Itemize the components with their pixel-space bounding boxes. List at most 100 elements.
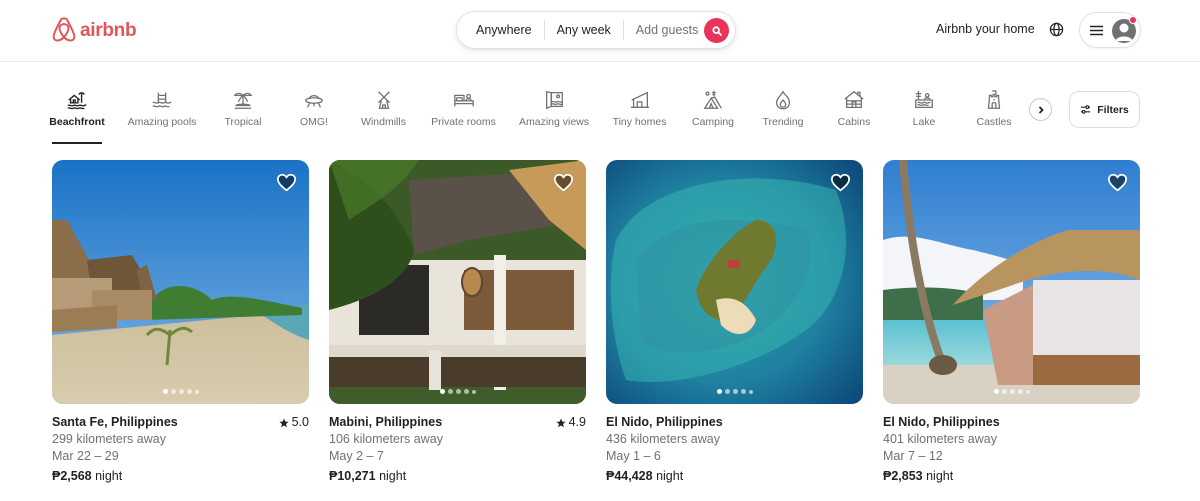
category-label: OMG! xyxy=(300,116,328,128)
airbnb-belo-icon xyxy=(52,17,76,42)
category-tiny-homes[interactable]: Tiny homes xyxy=(612,86,667,142)
category-amazing-pools[interactable]: Amazing pools xyxy=(127,86,197,142)
listing-card[interactable]: El Nido, Philippines 436 kilometers away… xyxy=(606,160,863,485)
globe-icon[interactable] xyxy=(1049,22,1064,37)
category-label: Trending xyxy=(762,116,804,128)
price-amount: ₱10,271 xyxy=(329,469,376,483)
search-icon xyxy=(711,25,722,36)
beach-huts-photo xyxy=(52,160,309,404)
filters-icon xyxy=(1081,105,1091,114)
tent-icon xyxy=(703,90,722,109)
listing-price: ₱2,853 night xyxy=(883,468,1140,485)
heart-icon[interactable] xyxy=(276,173,297,192)
listing-dates: Mar 7 – 12 xyxy=(883,449,943,463)
palm-tree-icon xyxy=(233,92,253,109)
listing-dates: May 1 – 6 xyxy=(606,449,661,463)
listing-card[interactable]: El Nido, Philippines 401 kilometers away… xyxy=(883,160,1140,485)
tiny-home-icon xyxy=(630,91,649,108)
listing-price: ₱44,428 night xyxy=(606,468,863,485)
category-label: Private rooms xyxy=(431,116,496,128)
listing-dates: Mar 22 – 29 xyxy=(52,449,119,463)
category-scroll-next-button[interactable] xyxy=(1029,98,1052,121)
flame-icon xyxy=(775,90,791,110)
category-beachfront[interactable]: Beachfront xyxy=(49,86,105,144)
category-amazing-views[interactable]: Amazing views xyxy=(518,86,590,142)
category-cabins[interactable]: Cabins xyxy=(838,86,870,142)
photo-carousel-dots xyxy=(52,389,309,394)
listing-dates: May 2 – 7 xyxy=(329,449,384,463)
notification-badge xyxy=(1129,16,1137,24)
brand-name: airbnb xyxy=(80,19,137,41)
windmill-icon xyxy=(377,91,390,109)
heart-icon[interactable] xyxy=(553,173,574,192)
category-label: Camping xyxy=(691,116,735,128)
user-menu-button[interactable] xyxy=(1079,12,1141,48)
category-label: Amazing views xyxy=(518,116,590,128)
listing-info: Santa Fe, Philippines 5.0 299 kilometers… xyxy=(52,414,309,485)
listing-photo[interactable] xyxy=(329,160,586,404)
listing-card[interactable]: Mabini, Philippines 4.9 106 kilometers a… xyxy=(329,160,586,485)
listing-rating: 4.9 xyxy=(556,414,586,431)
island-aerial-photo xyxy=(606,160,863,404)
castle-icon xyxy=(987,90,1001,109)
listing-photo[interactable] xyxy=(883,160,1140,404)
heart-icon[interactable] xyxy=(1107,173,1128,192)
rating-value: 4.9 xyxy=(568,415,586,429)
rating-value: 5.0 xyxy=(291,415,309,429)
price-unit: night xyxy=(379,469,407,483)
listing-photo[interactable] xyxy=(52,160,309,404)
price-amount: ₱2,568 xyxy=(52,469,92,483)
category-windmills[interactable]: Windmills xyxy=(361,86,406,142)
photo-carousel-dots xyxy=(329,389,586,394)
star-icon xyxy=(279,418,289,427)
listing-location: El Nido, Philippines xyxy=(883,415,1000,429)
pool-icon xyxy=(152,92,172,108)
star-icon xyxy=(556,418,566,427)
search-button[interactable] xyxy=(704,18,729,43)
category-private-rooms[interactable]: Private rooms xyxy=(431,86,496,142)
category-label: Castles xyxy=(976,116,1012,128)
listing-distance: 436 kilometers away xyxy=(606,432,720,446)
airbnb-logo[interactable]: airbnb xyxy=(52,17,137,44)
category-tropical[interactable]: Tropical xyxy=(222,86,264,142)
listing-price: ₱10,271 night xyxy=(329,468,586,485)
category-label: Cabins xyxy=(837,116,871,128)
listing-location: Santa Fe, Philippines xyxy=(52,415,178,429)
beachfront-icon xyxy=(67,92,87,110)
category-omg[interactable]: OMG! xyxy=(299,86,329,142)
category-lake[interactable]: Lake xyxy=(912,86,936,142)
category-label: Amazing pools xyxy=(127,116,197,128)
listing-photo[interactable] xyxy=(606,160,863,404)
category-castles[interactable]: Castles xyxy=(976,86,1012,142)
category-label: Lake xyxy=(912,116,936,128)
price-unit: night xyxy=(95,469,123,483)
beach-hut-photo xyxy=(883,160,1140,404)
host-your-home-link[interactable]: Airbnb your home xyxy=(936,22,1035,36)
listing-location: Mabini, Philippines xyxy=(329,415,443,429)
listing-distance: 299 kilometers away xyxy=(52,432,166,446)
category-label: Tropical xyxy=(224,116,262,128)
price-amount: ₱2,853 xyxy=(883,469,923,483)
listing-info: El Nido, Philippines 436 kilometers away… xyxy=(606,414,863,485)
listing-price: ₱2,568 night xyxy=(52,468,309,485)
photo-carousel-dots xyxy=(606,389,863,394)
price-amount: ₱44,428 xyxy=(606,469,653,483)
listing-rating: 5.0 xyxy=(279,414,309,431)
filters-button[interactable]: Filters xyxy=(1069,91,1140,128)
category-camping[interactable]: Camping xyxy=(692,86,734,142)
listing-distance: 401 kilometers away xyxy=(883,432,997,446)
ufo-icon xyxy=(305,95,323,108)
listing-card[interactable]: Santa Fe, Philippines 5.0 299 kilometers… xyxy=(52,160,309,485)
listing-info: Mabini, Philippines 4.9 106 kilometers a… xyxy=(329,414,586,485)
heart-icon[interactable] xyxy=(830,173,851,192)
category-label: Tiny homes xyxy=(612,116,667,128)
category-bar: Beachfront Amazing pools Tropical OMG! W… xyxy=(49,86,1022,146)
filters-label: Filters xyxy=(1097,103,1129,116)
category-trending[interactable]: Trending xyxy=(762,86,804,142)
search-when[interactable]: Any week xyxy=(545,23,623,37)
cabin-icon xyxy=(844,90,864,108)
search-guests[interactable]: Add guests xyxy=(624,23,711,37)
search-where[interactable]: Anywhere xyxy=(457,23,544,37)
photo-carousel-dots xyxy=(883,389,1140,394)
search-bar[interactable]: Anywhere Any week Add guests xyxy=(456,11,736,49)
